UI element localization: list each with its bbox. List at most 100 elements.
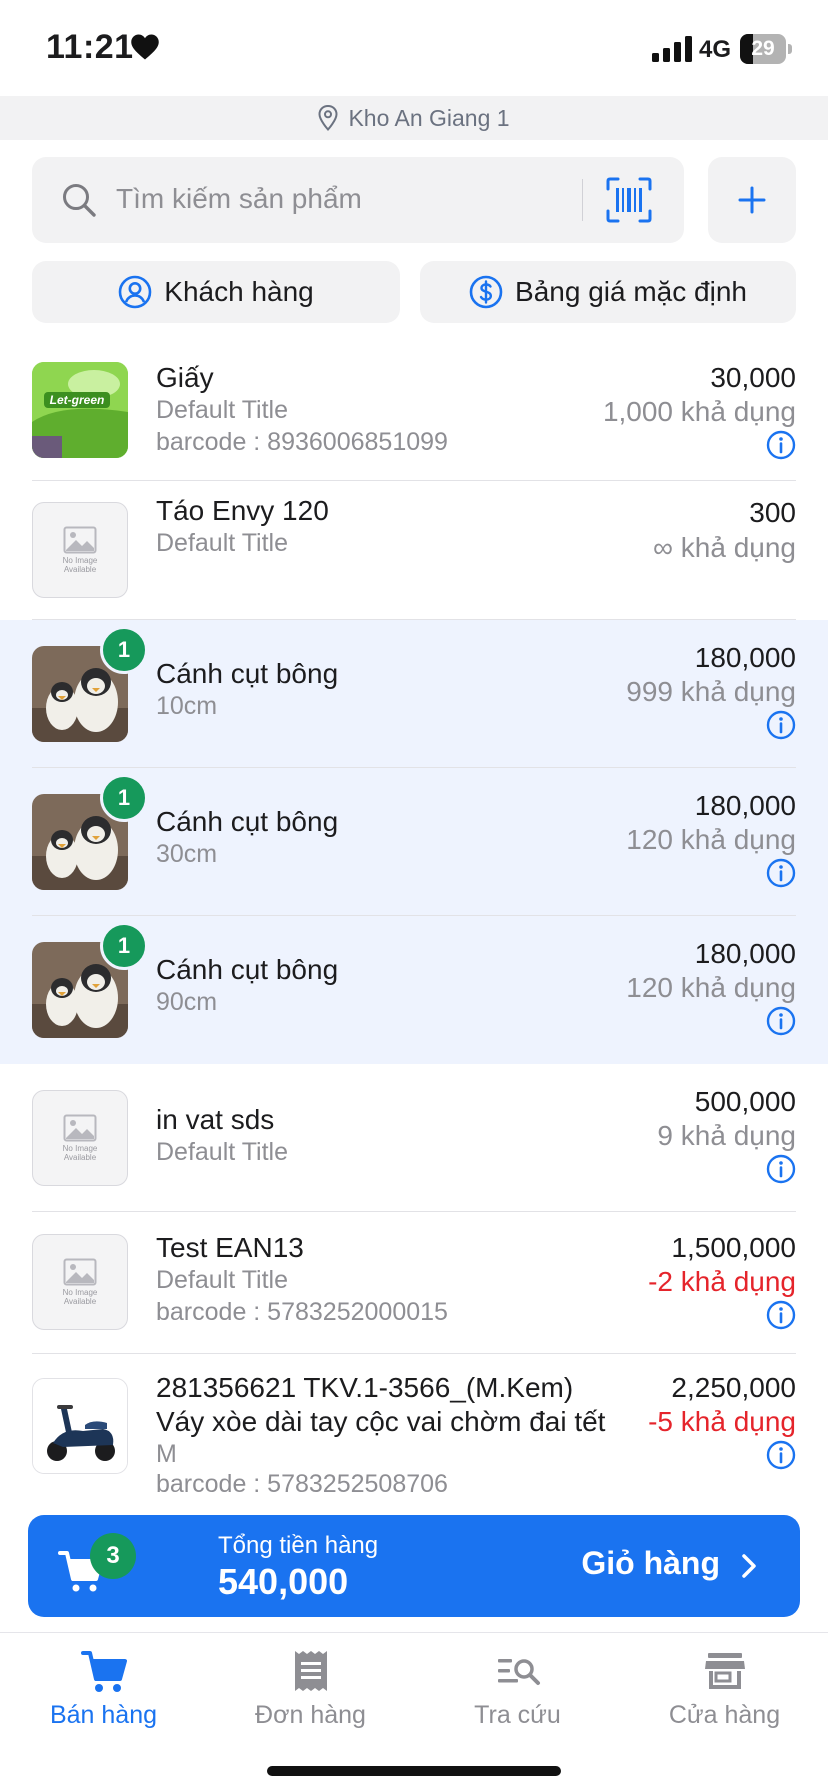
price-list-label: Bảng giá mặc định (515, 276, 747, 307)
quantity-badge: 1 (100, 774, 148, 822)
product-stock: ∞ khả dụng (653, 532, 796, 563)
info-icon[interactable] (766, 858, 796, 888)
cart-icon (80, 1651, 127, 1692)
product-variant: Default Title (156, 1138, 289, 1166)
product-row[interactable]: No Image Available Táo Envy 120 Default T… (0, 481, 828, 620)
no-image-text: No Image Available (62, 1144, 98, 1162)
info-icon[interactable] (766, 710, 796, 740)
product-price: 180,000 (694, 790, 796, 821)
product-name: Cánh cụt bông (156, 954, 339, 985)
info-icon[interactable] (766, 430, 796, 460)
tab-label: Đơn hàng (255, 1701, 366, 1729)
product-row-selected[interactable]: 1 Cánh cụt bông 10cm 180,000 999 khả dụn… (0, 620, 828, 768)
product-price: 300 (749, 497, 796, 528)
product-thumbnail (32, 1378, 128, 1474)
tab-orders[interactable]: Đơn hàng (207, 1647, 414, 1730)
product-row[interactable]: Let-green Giấy Default Title barcode : 8… (0, 340, 828, 481)
product-variant: Default Title (156, 529, 289, 557)
cart-total-label: Tổng tiền hàng (218, 1532, 379, 1559)
image-placeholder-icon (63, 1258, 97, 1286)
cart-button-label: Giỏ hàng (581, 1545, 720, 1581)
home-indicator (267, 1766, 561, 1776)
store-location-label: Kho An Giang 1 (348, 104, 510, 131)
search-input[interactable]: Tìm kiếm sản phẩm (32, 157, 684, 243)
product-stock: 999 khả dụng (626, 676, 796, 707)
no-image-text: No Image Available (62, 1288, 98, 1306)
no-image-placeholder: No Image Available (32, 502, 128, 598)
product-variant: 10cm (156, 692, 218, 720)
product-stock: 120 khả dụng (626, 972, 796, 1003)
product-price: 2,250,000 (671, 1372, 796, 1403)
store-location-bar[interactable]: Kho An Giang 1 (0, 96, 828, 140)
no-image-placeholder: No Image Available (32, 1090, 128, 1186)
product-row-selected[interactable]: 1 Cánh cụt bông 90cm 180,000 120 khả dụn… (0, 916, 828, 1064)
search-placeholder: Tìm kiếm sản phẩm (116, 183, 362, 214)
tab-store[interactable]: Cửa hàng (621, 1647, 828, 1730)
product-variant: 90cm (156, 988, 218, 1016)
product-barcode: barcode : 5783252000015 (156, 1298, 448, 1326)
barcode-scan-icon[interactable] (606, 177, 652, 223)
tab-label: Tra cứu (474, 1701, 561, 1729)
product-stock: 120 khả dụng (626, 824, 796, 855)
product-stock: 1,000 khả dụng (602, 396, 796, 427)
no-image-placeholder: No Image Available (32, 1234, 128, 1330)
info-icon[interactable] (766, 1006, 796, 1036)
tab-sales[interactable]: Bán hàng (0, 1647, 207, 1730)
product-name-line2: Váy xòe dài tay cộc vai chờm đai tết (156, 1406, 606, 1437)
add-product-button[interactable] (708, 157, 796, 243)
product-stock: -2 khả dụng (648, 1266, 796, 1297)
product-name: Táo Envy 120 (156, 495, 329, 526)
info-icon[interactable] (766, 1440, 796, 1470)
customer-label: Khách hàng (164, 276, 314, 307)
battery-level: 29 (751, 37, 775, 60)
store-icon (704, 1653, 745, 1689)
product-price: 180,000 (694, 642, 796, 673)
price-list-select-button[interactable]: Bảng giá mặc định (420, 261, 796, 323)
info-icon[interactable] (766, 1154, 796, 1184)
tab-label: Bán hàng (49, 1701, 158, 1729)
product-variant: 30cm (156, 840, 218, 868)
signal-icon (652, 36, 692, 62)
product-price: 180,000 (694, 938, 796, 969)
product-barcode: barcode : 5783252508706 (156, 1470, 448, 1498)
product-variant: Default Title (156, 396, 289, 424)
svg-text:Let-green: Let-green (50, 393, 105, 407)
product-barcode: barcode : 8936006851099 (156, 428, 448, 456)
status-time: 11:21 (46, 28, 134, 66)
product-row[interactable]: No Image Available Test EAN13 Default Tit… (0, 1212, 828, 1354)
cart-count-badge: 3 (90, 1533, 136, 1579)
product-row-selected[interactable]: 1 Cánh cụt bông 30cm 180,000 120 khả dụn… (0, 768, 828, 916)
image-placeholder-icon (63, 1114, 97, 1142)
product-name: in vat sds (156, 1104, 275, 1135)
cart-total-amount: 540,000 (218, 1561, 349, 1602)
product-thumbnail: Let-green (32, 362, 128, 458)
product-list[interactable]: Let-green Giấy Default Title barcode : 8… (0, 340, 828, 1500)
quantity-badge: 1 (100, 626, 148, 674)
product-row[interactable]: 281356621 TKV.1-3566_(M.Kem) Váy xòe dài… (0, 1354, 828, 1500)
quantity-badge: 1 (100, 922, 148, 970)
product-name: Giấy (156, 362, 214, 393)
customer-select-button[interactable]: Khách hàng (32, 261, 400, 323)
cart-summary-button[interactable]: 3 Tổng tiền hàng 540,000 Giỏ hàng (28, 1515, 800, 1617)
plus-icon (738, 186, 766, 214)
search-icon (63, 184, 96, 217)
product-price: 30,000 (710, 362, 796, 393)
user-circle-icon (118, 275, 152, 309)
search-divider (582, 179, 583, 221)
product-row[interactable]: No Image Available in vat sds Default Tit… (0, 1064, 828, 1212)
product-name: Cánh cụt bông (156, 806, 339, 837)
product-name: Cánh cụt bông (156, 658, 339, 689)
tab-lookup[interactable]: Tra cứu (414, 1647, 621, 1730)
battery-icon: 29 (740, 34, 792, 64)
product-variant: Default Title (156, 1266, 289, 1294)
product-name: 281356621 TKV.1-3566_(M.Kem) (156, 1372, 574, 1403)
status-bar: 11:21 4G 29 (0, 0, 828, 96)
map-pin-icon (318, 105, 338, 131)
network-label: 4G (699, 36, 732, 63)
product-price: 1,500,000 (671, 1232, 796, 1263)
product-name: Test EAN13 (156, 1232, 304, 1263)
product-variant: M (156, 1440, 177, 1468)
info-icon[interactable] (766, 1300, 796, 1330)
no-image-text: No Image Available (62, 556, 98, 574)
product-stock: -5 khả dụng (648, 1406, 796, 1437)
